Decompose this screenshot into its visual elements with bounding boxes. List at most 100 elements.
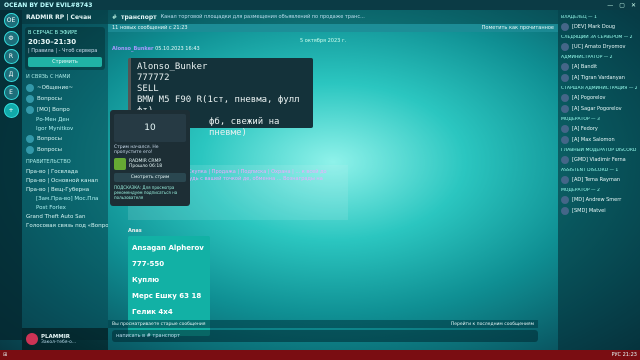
popup-time: Прошло 06:18 [129,164,163,169]
member-item[interactable]: [GMD] Vladimir Ferna [558,154,640,165]
start-icon[interactable]: ⊞ [3,352,7,358]
card-line: Ansagan Alpherov [132,244,204,252]
card-line: Куплю [132,276,160,284]
avatar [561,124,569,133]
channel-category[interactable]: И СВЯЗЬ С НАМИ [26,74,104,80]
channel-header: # транспорт Канал торговой площадки для … [108,10,558,24]
maximize-button[interactable]: ▢ [619,2,625,9]
member-item[interactable]: [A] Pogorelov [558,92,640,103]
server-icon[interactable]: Ф [3,31,19,46]
avatar [561,93,569,102]
card-line: Мерс Ешку 63 18 [132,292,202,300]
member-list: ВЛАДЕЛЕЦ — 1 [DEV] Mark Doug СЛЕДЯЩИЙ ЗА… [558,10,640,350]
member-category: АДМИНИСТРАТОР — 2 [561,55,613,60]
date-separator: 5 октября 2023 г. [300,38,347,44]
member-item[interactable]: [DEV] Mark Doug [558,21,640,32]
card-line: Гелик 4х4 [132,308,173,316]
member-item[interactable]: [AD] Tema Rayman [558,174,640,185]
watch-stream-button[interactable]: Смотреть стрим [114,173,186,182]
system-tray: РУС 21:23 [611,352,637,358]
hash-icon: # [112,13,118,21]
avatar [561,62,569,71]
message-header: Alonso_Bunker 05.10.2023 16:43 [112,46,312,52]
channel-item[interactable]: Пра-во | Вещ-Губерна [22,185,108,194]
mark-read-button[interactable]: Пометить как прочитанное [482,25,554,31]
channel-item[interactable]: Пра-во | Основной канал [22,176,108,185]
avatar [561,135,569,144]
member-category: ВЛАДЕЛЕЦ — 1 [561,15,597,20]
avatar [26,94,34,103]
user-status: Закол-тебя-о... [41,339,77,345]
history-bar: Вы просматриваете старые сообщения Перей… [108,320,538,328]
stream-button[interactable]: Стримить [28,57,102,67]
card-line: 777-550 [132,260,165,268]
voice-user[interactable]: Ро-Мен Ден [22,115,108,124]
avatar[interactable] [26,333,38,345]
avatar [561,104,569,113]
avatar [561,206,569,215]
channel-item[interactable]: Пра-во | Госвлада [22,167,108,176]
message-input[interactable]: написать в # транспорт [112,330,538,342]
member-item[interactable]: [A] Fedory [558,123,640,134]
member-category: СТАРШАЯ АДМИНИСТРАЦИЯ — 2 [561,86,637,91]
server-name[interactable]: RADMIR RP | Сечан [22,10,108,24]
popup-text: Стрим начался. Не пропустите его! [114,145,159,155]
title-bar: OCEAN BY DEV EVIL#8743 — ▢ ✕ [0,0,640,10]
event-box: В СЕРЧАС В ЭФИРЕ 20:30–21:30 | Правила |… [25,27,105,70]
jump-to-latest-button[interactable]: Перейти к последним сообщениям [451,322,534,327]
event-category: В СЕРЧАС В ЭФИРЕ [28,30,78,36]
server-icon[interactable]: Д [3,67,19,82]
channel-sidebar: RADMIR RP | Сечан В СЕРЧАС В ЭФИРЕ 20:30… [22,10,108,340]
server-icon[interactable]: ОЕ [3,13,19,28]
server-list: ОЕ Ф R Д Е + [0,10,22,340]
avatar [561,73,569,82]
member-category: МОДЕРАТОР — 2 [561,188,600,193]
popup-banner: 10 [114,114,186,142]
channel-item[interactable]: Вопросы [22,144,108,155]
member-item[interactable]: [A] Bandit [558,61,640,72]
channel-item[interactable]: [МО] Вопро [22,104,108,115]
card-line: Alonso_Bunker [137,62,208,72]
member-item[interactable]: [A] Tigran Vardanyan [558,72,640,83]
avatar [561,175,569,184]
channel-item[interactable]: Вопросы [22,93,108,104]
close-button[interactable]: ✕ [631,2,636,9]
member-item[interactable]: [SMD] Matvei [558,205,640,216]
window-controls: — ▢ ✕ [607,2,636,9]
channel-category[interactable]: ПРАВИТЕЛЬСТВО [26,159,104,165]
event-time: 20:30–21:30 [28,38,77,46]
channel-item[interactable]: Вопросы [22,133,108,144]
avatar [26,105,34,114]
message-author[interactable]: Alonso_Bunker [112,46,153,52]
voice-status: Голосовая связь под «Вопросы | RADMIR Р.… [26,222,108,229]
popup-game-row: RADMIR CRMP Прошло 06:18 [114,158,186,170]
voice-user[interactable]: Post Forlex [22,203,108,212]
avatar [561,155,569,164]
message-time: 05.10.2023 16:43 [155,46,200,52]
voice-user[interactable]: [Зам.Пра-во] Мос.Пла [22,194,108,203]
card-line: 777772 [137,73,170,83]
voice-user[interactable]: Igor Mynitkov [22,124,108,133]
minimize-button[interactable]: — [607,2,613,9]
channel-item[interactable]: ~Общение~ [22,82,108,93]
server-icon[interactable]: Е [3,85,19,100]
member-category: ГЛАВНЫЙ МОДЕРАТОР DISCORD — 1 [561,148,637,153]
member-item[interactable]: [A] Sagar Pogorelov [558,103,640,114]
taskbar: ⊞ РУС 21:23 [0,350,640,360]
avatar [561,195,569,204]
new-messages-bar[interactable]: 11 новых сообщений с 21:23 Пометить как … [108,24,558,32]
avatar [26,83,34,92]
avatar [26,134,34,143]
card-line: SELL [137,84,159,94]
avatar [26,145,34,154]
game-icon [114,158,126,170]
member-item[interactable]: [A] Max Salomon [558,134,640,145]
member-item[interactable]: [MD] Andrew Smerr [558,194,640,205]
member-item[interactable]: [UC] Amato Dryomov [558,41,640,52]
message-author[interactable]: Anas [128,228,142,234]
server-icon[interactable]: R [3,49,19,64]
member-category: ASSISTENT DISCORD — 1 [561,168,619,173]
channel-description[interactable]: Канал торговой площадки для размещения о… [161,14,365,20]
add-server-icon[interactable]: + [3,103,19,118]
event-label: | Правила | - Чтоб сервера [28,48,98,54]
